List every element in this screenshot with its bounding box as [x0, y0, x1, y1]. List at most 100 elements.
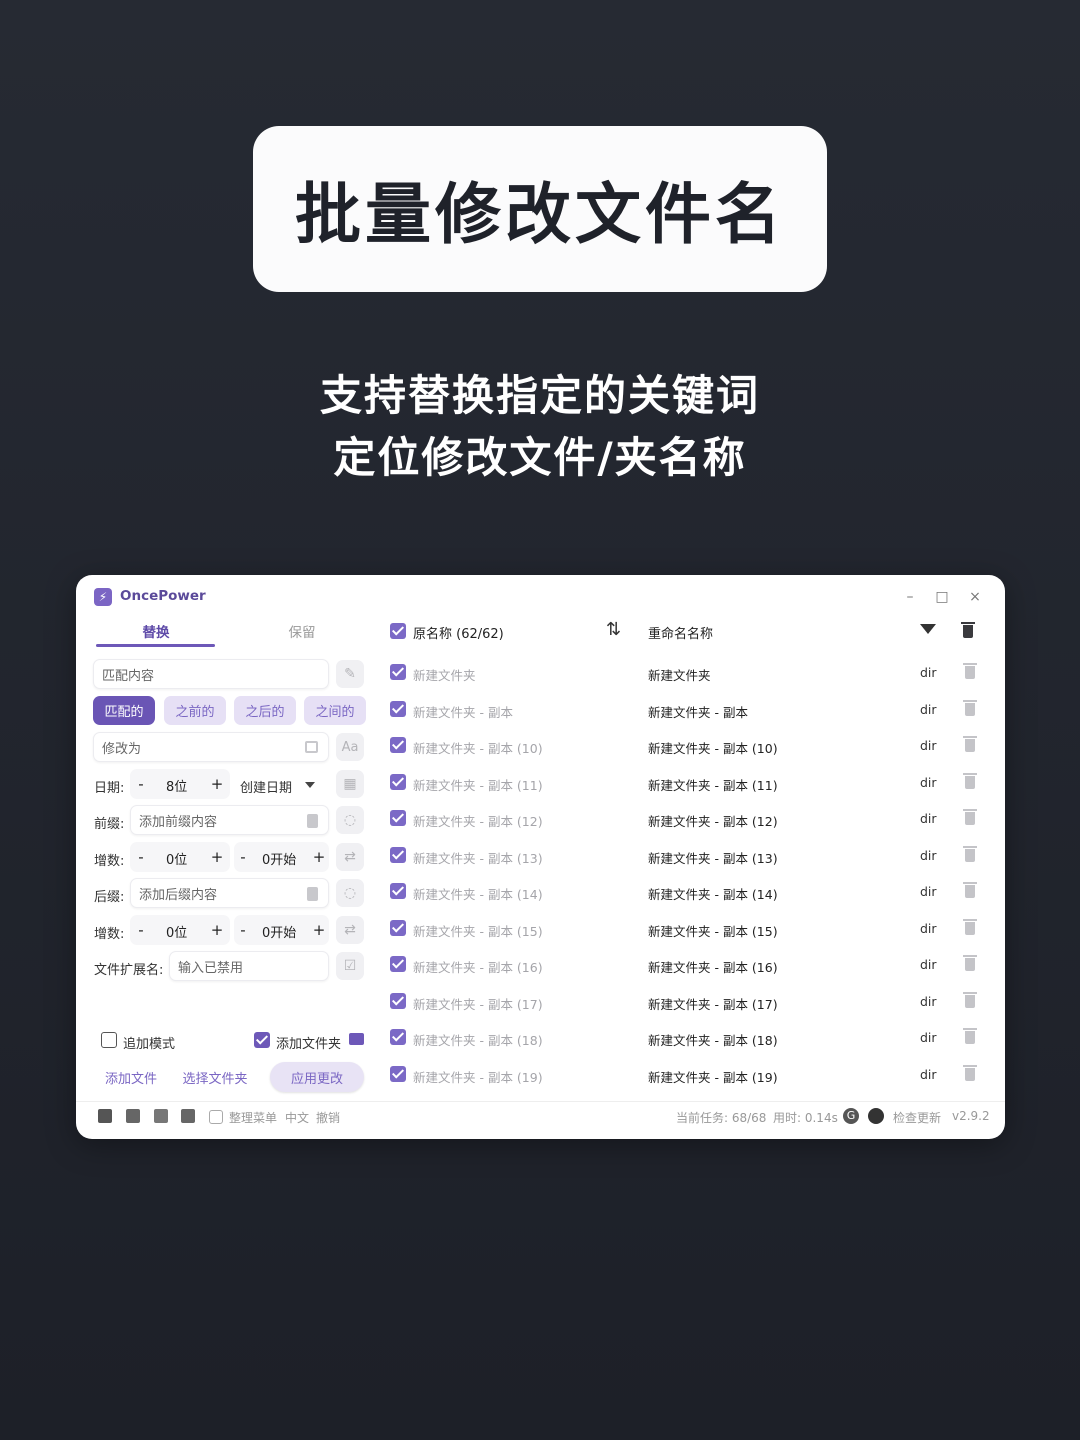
date-calendar-icon[interactable]: ▦ — [336, 770, 364, 798]
table-row[interactable]: 新建文件夹 - 副本 (19) 新建文件夹 - 副本 (19) dir — [386, 1059, 986, 1095]
delete-all-icon[interactable] — [961, 622, 975, 638]
suffix-digits-value[interactable]: 0位 — [166, 922, 187, 941]
row-checkbox[interactable] — [390, 1065, 406, 1082]
date-type-select[interactable]: 创建日期 — [240, 777, 292, 796]
row-checkbox[interactable] — [390, 810, 406, 826]
suffix-start-plus[interactable]: + — [312, 921, 326, 939]
row-delete-icon[interactable] — [963, 882, 977, 898]
match-input[interactable]: 匹配内容 — [93, 659, 329, 689]
suffix-digits-plus[interactable]: + — [210, 921, 224, 939]
date-minus-button[interactable]: - — [134, 775, 148, 793]
segment-matched[interactable]: 匹配的 — [93, 696, 155, 725]
prefix-digits-value[interactable]: 0位 — [166, 849, 187, 868]
prefix-digits-minus[interactable]: - — [134, 848, 148, 866]
file-icon[interactable] — [307, 814, 318, 828]
file-icon[interactable] — [307, 887, 318, 901]
add-file-button[interactable]: 添加文件 — [96, 1062, 166, 1092]
table-row[interactable]: 新建文件夹 - 副本 (16) 新建文件夹 - 副本 (16) dir — [386, 949, 986, 985]
row-delete-icon[interactable] — [963, 736, 977, 752]
prefix-swap-icon[interactable]: ⇄ — [336, 843, 364, 871]
suffix-start-value[interactable]: 0开始 — [262, 922, 296, 941]
row-checkbox[interactable] — [390, 700, 406, 717]
filter-icon[interactable] — [920, 624, 936, 634]
table-row[interactable]: 新建文件夹 - 副本 (10) 新建文件夹 - 副本 (10) dir — [386, 730, 986, 766]
table-row[interactable]: 新建文件夹 - 副本 (13) 新建文件夹 - 副本 (13) dir — [386, 840, 986, 876]
extension-input[interactable]: 输入已禁用 — [169, 951, 329, 981]
row-delete-icon[interactable] — [963, 699, 977, 716]
tab-replace[interactable]: 替换 — [96, 621, 216, 641]
table-row[interactable]: 新建文件夹 - 副本 (18) 新建文件夹 - 副本 (18) dir — [386, 1022, 986, 1058]
row-delete-icon[interactable] — [963, 955, 977, 971]
close-button[interactable]: × — [965, 587, 985, 607]
calendar-icon[interactable] — [305, 741, 318, 753]
table-row[interactable]: 新建文件夹 新建文件夹 dir — [386, 657, 986, 693]
save-icon[interactable] — [98, 1109, 112, 1123]
row-renamed-name: 新建文件夹 - 副本 (11) — [648, 777, 778, 793]
row-checkbox[interactable] — [390, 919, 406, 936]
table-row[interactable]: 新建文件夹 - 副本 (11) 新建文件夹 - 副本 (11) dir — [386, 767, 986, 803]
suffix-start-minus[interactable]: - — [236, 921, 250, 939]
row-renamed-name: 新建文件夹 - 副本 (18) — [648, 1033, 778, 1048]
maximize-button[interactable]: □ — [932, 587, 952, 607]
select-all-checkbox[interactable] — [390, 623, 406, 639]
prefix-start-minus[interactable]: - — [236, 848, 250, 866]
modify-input[interactable]: 修改为 — [93, 732, 329, 762]
row-delete-icon[interactable] — [963, 809, 977, 825]
row-delete-icon[interactable] — [963, 1028, 977, 1044]
prefix-digits-plus[interactable]: + — [210, 848, 224, 866]
image-icon[interactable] — [154, 1109, 168, 1123]
row-delete-icon[interactable] — [963, 1064, 977, 1081]
segment-before[interactable]: 之前的 — [164, 696, 226, 725]
apply-changes-button[interactable]: 应用更改 — [270, 1062, 364, 1092]
csv-icon[interactable] — [181, 1109, 195, 1123]
github-icon[interactable] — [868, 1108, 884, 1124]
prefix-start-value[interactable]: 0开始 — [262, 849, 296, 868]
suffix-input[interactable]: 添加后缀内容 — [130, 878, 329, 908]
segment-after[interactable]: 之后的 — [234, 696, 296, 725]
row-checkbox[interactable] — [390, 956, 406, 972]
row-checkbox[interactable] — [390, 846, 406, 863]
row-delete-icon[interactable] — [963, 772, 977, 789]
minimize-button[interactable]: – — [900, 587, 920, 607]
prefix-refresh-icon[interactable]: ◌ — [336, 806, 364, 834]
case-toggle-button[interactable]: Aa — [336, 733, 364, 761]
row-checkbox[interactable] — [390, 883, 406, 899]
add-folder-checkbox[interactable] — [254, 1032, 270, 1048]
chevron-down-icon[interactable] — [305, 782, 315, 788]
table-row[interactable]: 新建文件夹 - 副本 (15) 新建文件夹 - 副本 (15) dir — [386, 913, 986, 949]
row-delete-icon[interactable] — [963, 663, 977, 679]
language-toggle[interactable]: 中文 — [285, 1109, 309, 1126]
row-checkbox[interactable] — [390, 1029, 406, 1045]
select-folder-button[interactable]: 选择文件夹 — [176, 1062, 254, 1092]
date-plus-button[interactable]: + — [210, 775, 224, 793]
table-row[interactable]: 新建文件夹 - 副本 (14) 新建文件夹 - 副本 (14) dir — [386, 876, 986, 912]
table-row[interactable]: 新建文件夹 - 副本 (12) 新建文件夹 - 副本 (12) dir — [386, 803, 986, 839]
suffix-digits-minus[interactable]: - — [134, 921, 148, 939]
suffix-swap-icon[interactable]: ⇄ — [336, 916, 364, 944]
folder-icon[interactable] — [349, 1033, 364, 1045]
segment-between[interactable]: 之间的 — [304, 696, 366, 725]
sort-icon[interactable]: ⇅ — [606, 619, 621, 640]
row-delete-icon[interactable] — [963, 991, 977, 1008]
tab-keep[interactable]: 保留 — [242, 621, 362, 641]
clipboard-icon[interactable] — [126, 1109, 140, 1123]
row-delete-icon[interactable] — [963, 845, 977, 862]
undo-button[interactable]: 撤销 — [316, 1109, 340, 1126]
organize-menu-checkbox[interactable] — [209, 1110, 223, 1124]
date-digits-value[interactable]: 8位 — [166, 776, 187, 795]
gitee-icon[interactable]: G — [843, 1108, 859, 1124]
row-checkbox[interactable] — [390, 773, 406, 790]
append-mode-checkbox[interactable] — [101, 1032, 117, 1048]
row-checkbox[interactable] — [390, 992, 406, 1009]
table-row[interactable]: 新建文件夹 - 副本 (17) 新建文件夹 - 副本 (17) dir — [386, 986, 986, 1022]
check-update-link[interactable]: 检查更新 — [893, 1109, 941, 1126]
prefix-input[interactable]: 添加前缀内容 — [130, 805, 329, 835]
row-delete-icon[interactable] — [963, 918, 977, 935]
table-row[interactable]: 新建文件夹 - 副本 新建文件夹 - 副本 dir — [386, 694, 986, 730]
row-checkbox[interactable] — [390, 737, 406, 753]
extension-check-icon[interactable]: ☑ — [336, 952, 364, 980]
prefix-start-plus[interactable]: + — [312, 848, 326, 866]
suffix-refresh-icon[interactable]: ◌ — [336, 879, 364, 907]
row-checkbox[interactable] — [390, 664, 406, 680]
eraser-icon[interactable]: ✎ — [336, 660, 364, 688]
